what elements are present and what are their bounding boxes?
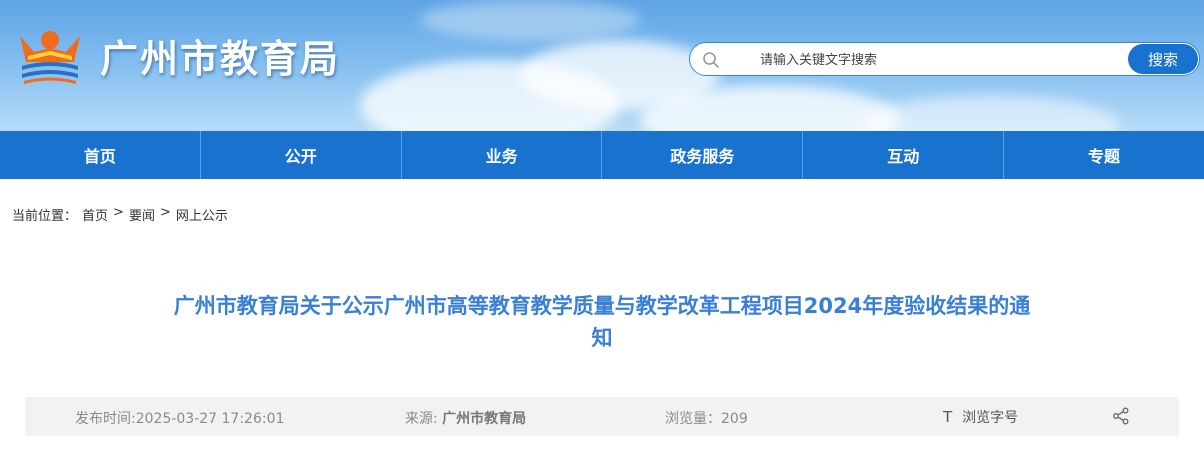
breadcrumb-separator: > <box>113 205 124 220</box>
site-title[interactable]: 广州市教育局 <box>100 28 340 83</box>
banner-cloud <box>420 0 640 40</box>
font-size-label[interactable]: 浏览字号 <box>962 407 1018 427</box>
article-title-line-2: 知 <box>591 326 613 350</box>
nav-item-business[interactable]: 业务 <box>402 131 603 179</box>
share-icon[interactable] <box>1112 407 1130 425</box>
nav-item-public[interactable]: 公开 <box>201 131 402 179</box>
search-box: 搜索 <box>689 42 1200 76</box>
breadcrumb-link-news[interactable]: 要闻 <box>129 205 155 224</box>
publish-time: 发布时间:2025-03-27 17:26:01 <box>75 411 285 427</box>
font-size-control[interactable]: T 浏览字号 <box>943 407 1018 427</box>
article-title: 广州市教育局关于公示广州市高等教育教学质量与教学改革工程项目2024年度验收结果… <box>100 290 1104 354</box>
source-value: 广州市教育局 <box>442 411 527 427</box>
breadcrumb-prefix: 当前位置： <box>12 209 78 224</box>
font-size-icon[interactable]: T <box>943 408 952 426</box>
source-label: 来源: <box>405 411 443 427</box>
breadcrumb-link-home[interactable]: 首页 <box>82 205 108 224</box>
education-bureau-logo[interactable] <box>14 18 86 88</box>
article-title-line-1: 广州市教育局关于公示广州市高等教育教学质量与教学改革工程项目2024年度验收结果… <box>173 294 1031 318</box>
article-source: 来源: 广州市教育局 <box>405 408 526 428</box>
nav-item-interaction[interactable]: 互动 <box>803 131 1005 179</box>
search-icon <box>703 52 719 68</box>
article-meta-bar: 发布时间:2025-03-27 17:26:01 来源: 广州市教育局 浏览量：… <box>25 397 1179 436</box>
search-button[interactable]: 搜索 <box>1128 44 1198 74</box>
main-nav: 首页 公开 业务 政务服务 互动 专题 <box>0 131 1204 179</box>
view-count: 浏览量：209 <box>665 411 748 427</box>
nav-item-home[interactable]: 首页 <box>0 131 201 179</box>
breadcrumb-separator: > <box>159 205 171 220</box>
banner-cloud <box>860 95 1120 131</box>
nav-item-topics[interactable]: 专题 <box>1004 131 1204 179</box>
header-banner: 广州市教育局 搜索 <box>0 0 1204 131</box>
search-input[interactable] <box>760 48 1120 72</box>
breadcrumb: 当前位置： 首页 > 要闻 > 网上公示 <box>12 205 228 224</box>
breadcrumb-link-announcement[interactable]: 网上公示 <box>176 205 228 224</box>
nav-item-gov-services[interactable]: 政务服务 <box>602 131 804 179</box>
